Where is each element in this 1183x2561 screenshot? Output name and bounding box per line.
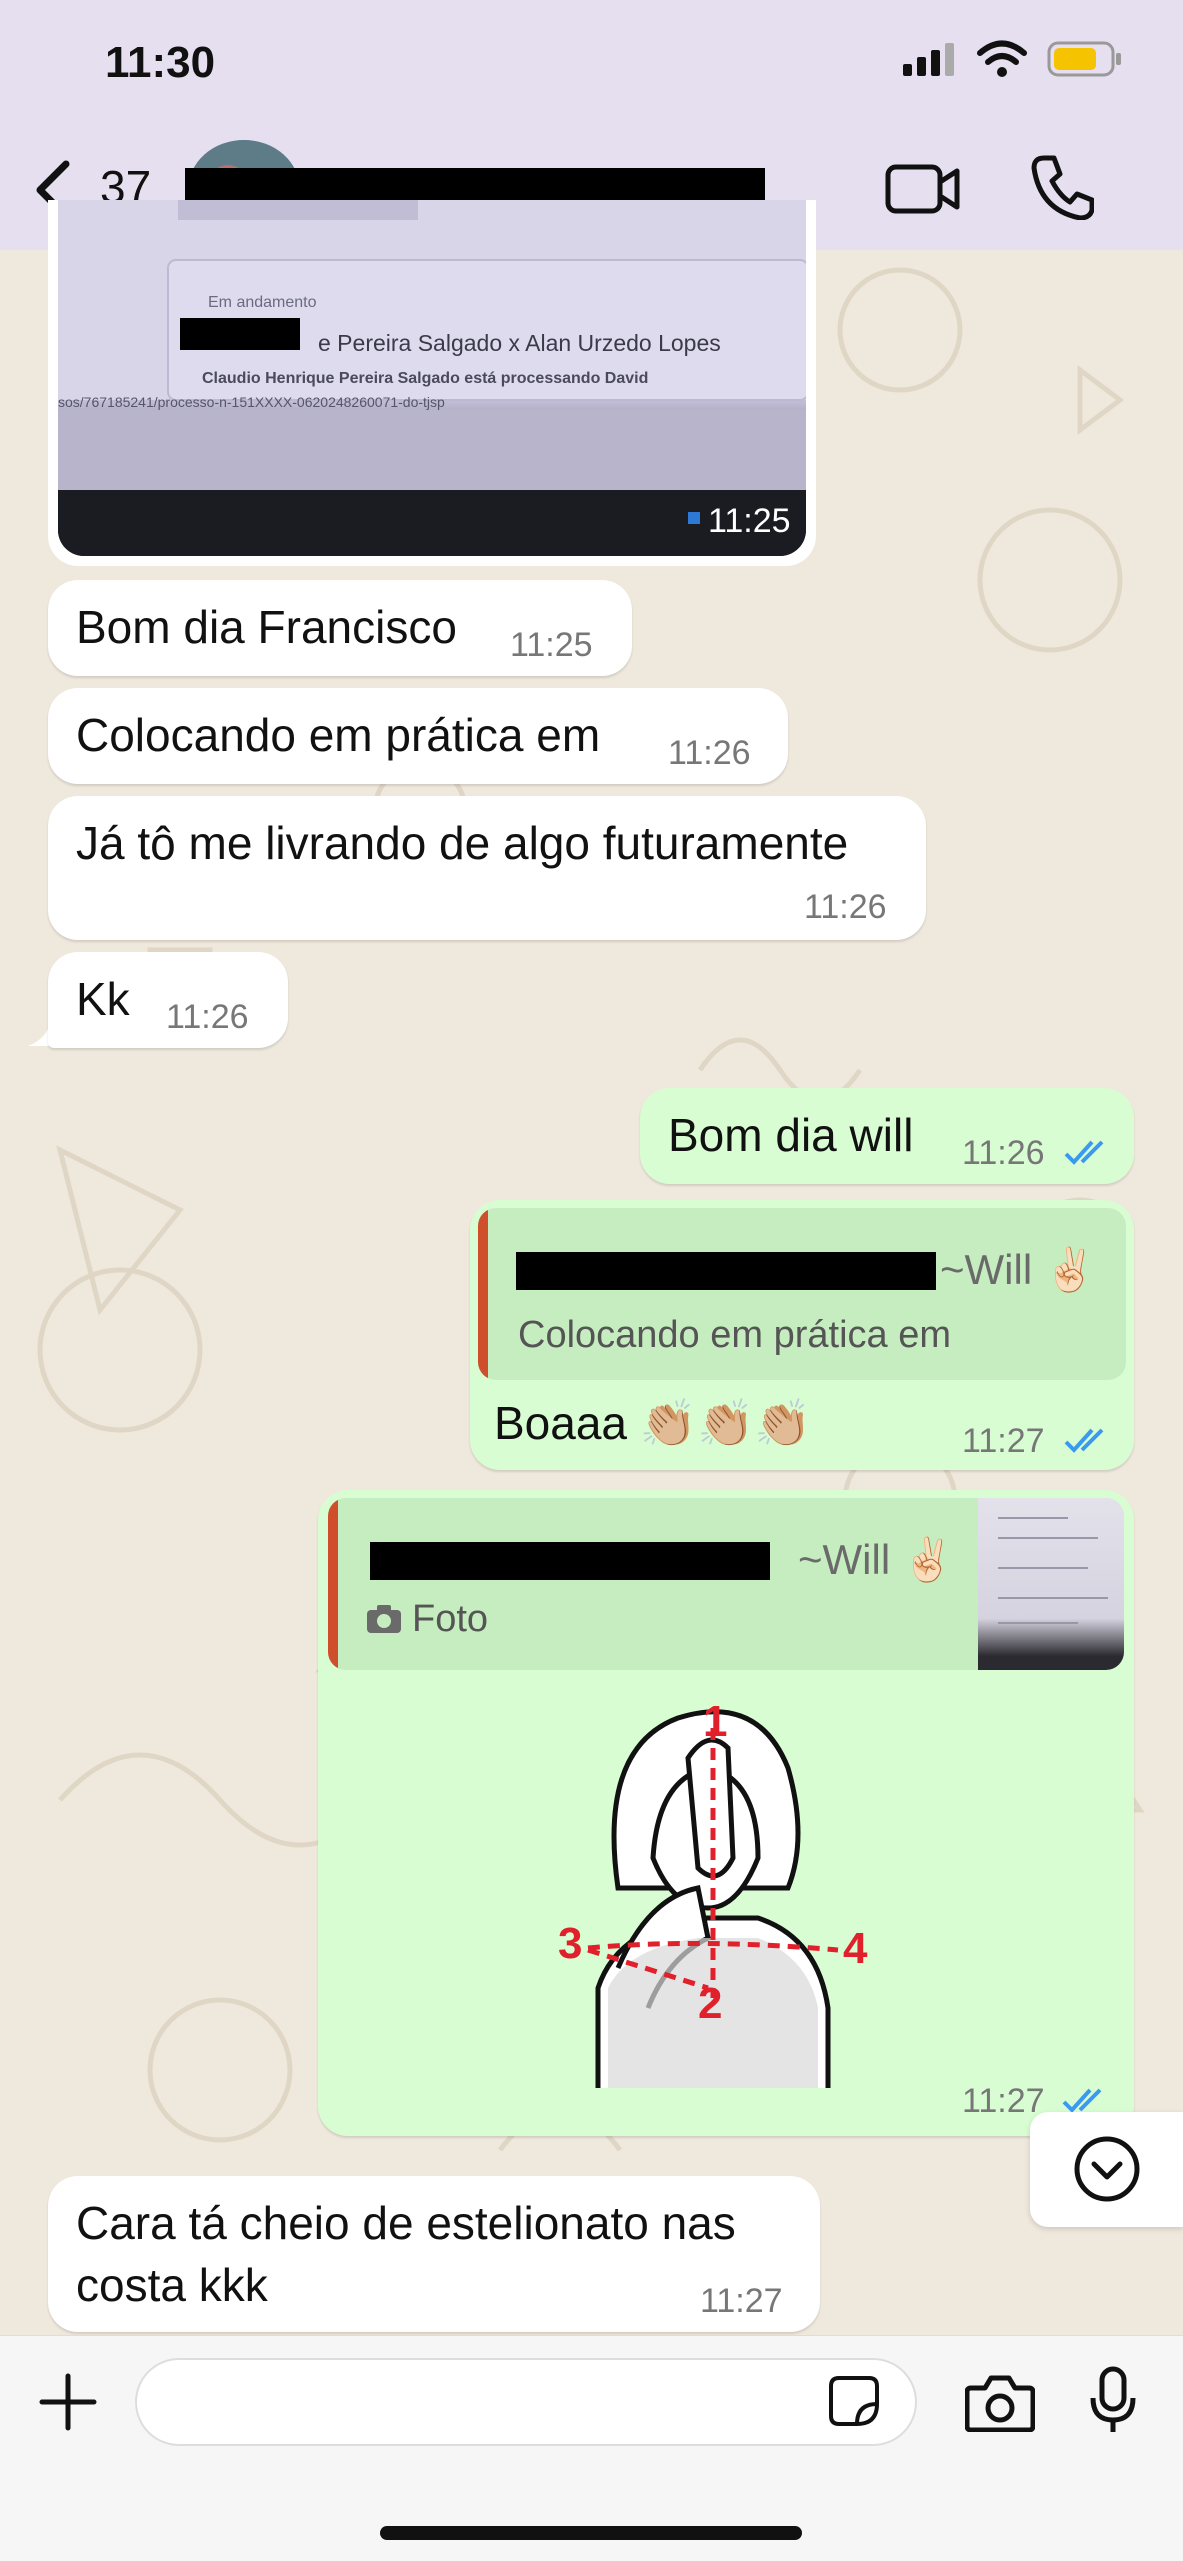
- phone-icon[interactable]: [1030, 154, 1094, 220]
- message-bubble-incoming[interactable]: Cara tá cheio de estelionato nas costa k…: [48, 2176, 820, 2332]
- message-text: Já tô me livrando de algo futuramente: [76, 817, 849, 869]
- message-time: 11:27: [700, 2282, 783, 2320]
- quoted-author-redacted: [370, 1542, 770, 1580]
- message-bubble-outgoing[interactable]: ~Will ✌🏻 Foto 1 2 3 4 11:27: [318, 1490, 1134, 2136]
- sticker-label-3: 3: [558, 1919, 582, 1968]
- message-text: Kk: [76, 973, 130, 1025]
- quoted-text: Foto: [412, 1598, 489, 1640]
- image-message[interactable]: Em andamento e Pereira Salgado x Alan Ur…: [48, 200, 816, 566]
- status-time: 11:30: [105, 38, 216, 87]
- chevron-down-circle-icon: [1074, 2136, 1140, 2202]
- quote-accent-bar: [328, 1498, 338, 1670]
- message-bubble-incoming[interactable]: Kk 11:26: [48, 952, 288, 1048]
- quoted-author-name: ~Will ✌🏻: [798, 1536, 955, 1583]
- battery-icon: [1047, 41, 1121, 77]
- message-time: 11:26: [668, 734, 751, 772]
- message-text-line-1: Cara tá cheio de estelionato nas: [76, 2197, 736, 2249]
- message-input-bar: [0, 2335, 1183, 2561]
- message-text: Bom dia will: [668, 1109, 914, 1161]
- message-text: Colocando em prática em: [76, 709, 601, 761]
- scroll-to-bottom-button[interactable]: [1030, 2112, 1183, 2227]
- sticker-label-2: 2: [698, 1979, 722, 2028]
- read-receipt-icon: [1064, 1140, 1104, 1165]
- image-time: 11:25: [708, 502, 791, 540]
- quoted-author-redacted: [516, 1252, 936, 1290]
- camera-icon[interactable]: [965, 2374, 1035, 2432]
- quoted-text: Colocando em prática em: [518, 1314, 951, 1356]
- quoted-message[interactable]: ~Will ✌🏻 Colocando em prática em: [478, 1208, 1126, 1380]
- microphone-icon[interactable]: [1088, 2366, 1138, 2436]
- sticker-label-1: 1: [703, 1697, 727, 1746]
- image-case-title: e Pereira Salgado x Alan Urzedo Lopes: [318, 330, 721, 356]
- message-text: Boaaa 👏🏼👏🏼👏🏼: [494, 1397, 812, 1449]
- message-bubble-incoming[interactable]: Colocando em prática em 11:26: [48, 688, 788, 784]
- video-camera-icon[interactable]: [885, 162, 961, 216]
- camera-small-icon: [367, 1605, 401, 1633]
- quoted-author-name: ~Will ✌🏻: [940, 1246, 1097, 1293]
- image-url-text: sos/767185241/processo-n-151XXXX-0620248…: [58, 394, 445, 410]
- message-time: 11:26: [804, 888, 887, 926]
- message-text-line-2: costa kkk: [76, 2259, 268, 2311]
- message-bubble-outgoing[interactable]: Bom dia will 11:26: [640, 1088, 1134, 1184]
- image-preview[interactable]: Em andamento e Pereira Salgado x Alan Ur…: [58, 200, 806, 556]
- quoted-message[interactable]: ~Will ✌🏻 Foto: [328, 1498, 1124, 1670]
- cellular-signal-icon: [903, 43, 954, 76]
- message-time: 11:27: [962, 1422, 1045, 1460]
- plus-icon[interactable]: [38, 2372, 98, 2432]
- image-status-label: Em andamento: [208, 294, 317, 311]
- quoted-photo-thumbnail[interactable]: [978, 1498, 1124, 1670]
- image-case-detail: Claudio Henrique Pereira Salgado está pr…: [202, 370, 649, 387]
- sticker-icon[interactable]: [827, 2374, 881, 2428]
- message-time: 11:26: [962, 1134, 1045, 1172]
- quote-accent-bar: [478, 1208, 488, 1380]
- message-bubble-incoming[interactable]: Bom dia Francisco 11:25: [48, 580, 632, 676]
- sticker-label-4: 4: [843, 1924, 868, 1973]
- message-bubble-incoming[interactable]: Já tô me livrando de algo futuramente 11…: [48, 796, 926, 940]
- sticker-image[interactable]: 1 2 3 4: [558, 1688, 878, 2088]
- status-icons: [901, 40, 1123, 78]
- read-receipt-icon: [1064, 1428, 1104, 1453]
- message-time: 11:26: [166, 998, 249, 1036]
- message-time: 11:27: [962, 2082, 1045, 2120]
- message-input[interactable]: [135, 2358, 917, 2446]
- wifi-icon: [977, 40, 1027, 77]
- message-text: Bom dia Francisco: [76, 601, 457, 653]
- message-bubble-outgoing[interactable]: ~Will ✌🏻 Colocando em prática em Boaaa 👏…: [470, 1200, 1134, 1470]
- home-indicator: [380, 2526, 802, 2540]
- message-time: 11:25: [510, 626, 593, 664]
